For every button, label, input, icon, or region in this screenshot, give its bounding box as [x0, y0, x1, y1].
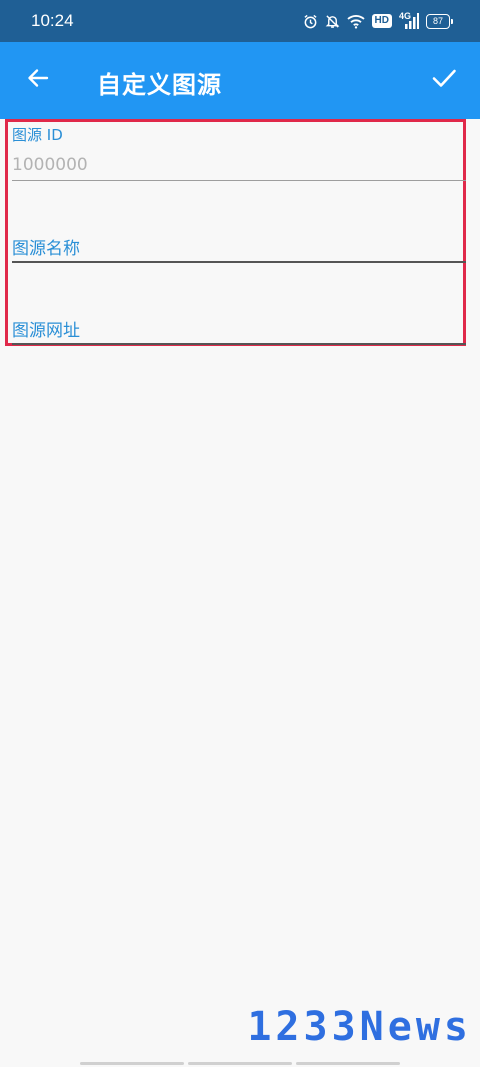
- source-name-label: 图源名称: [12, 239, 80, 259]
- source-url-field[interactable]: 图源网址: [12, 316, 466, 346]
- check-icon: [431, 65, 457, 95]
- source-id-input[interactable]: [12, 152, 466, 178]
- wifi-icon: [346, 14, 365, 29]
- status-bar: 10:24 HD 4G 87: [0, 0, 480, 42]
- app-toolbar: 自定义图源: [0, 42, 480, 119]
- source-name-field[interactable]: 图源名称: [12, 234, 466, 264]
- nav-pill-right: [296, 1062, 400, 1065]
- source-url-underline: [12, 343, 466, 345]
- alarm-icon: [303, 14, 318, 29]
- source-id-underline: [12, 180, 466, 181]
- watermark: 1233News: [247, 1004, 472, 1050]
- confirm-button[interactable]: [422, 58, 466, 102]
- arrow-left-icon: [26, 66, 50, 94]
- source-id-field: 图源 ID: [12, 124, 466, 182]
- page-title: 自定义图源: [97, 71, 222, 99]
- back-button[interactable]: [16, 58, 60, 102]
- gesture-bar: [0, 1060, 480, 1067]
- nav-pill-left: [80, 1062, 184, 1065]
- source-url-label: 图源网址: [12, 321, 80, 341]
- signal-icon: 4G: [399, 12, 419, 30]
- battery-icon: 87: [426, 13, 453, 29]
- status-icons: HD 4G 87: [303, 11, 453, 31]
- mute-bell-icon: [325, 14, 340, 29]
- source-name-underline: [12, 261, 466, 263]
- nav-pill-center[interactable]: [188, 1062, 292, 1065]
- status-time: 10:24: [31, 11, 74, 30]
- hd-icon: HD: [371, 14, 392, 28]
- source-id-label: 图源 ID: [12, 126, 63, 144]
